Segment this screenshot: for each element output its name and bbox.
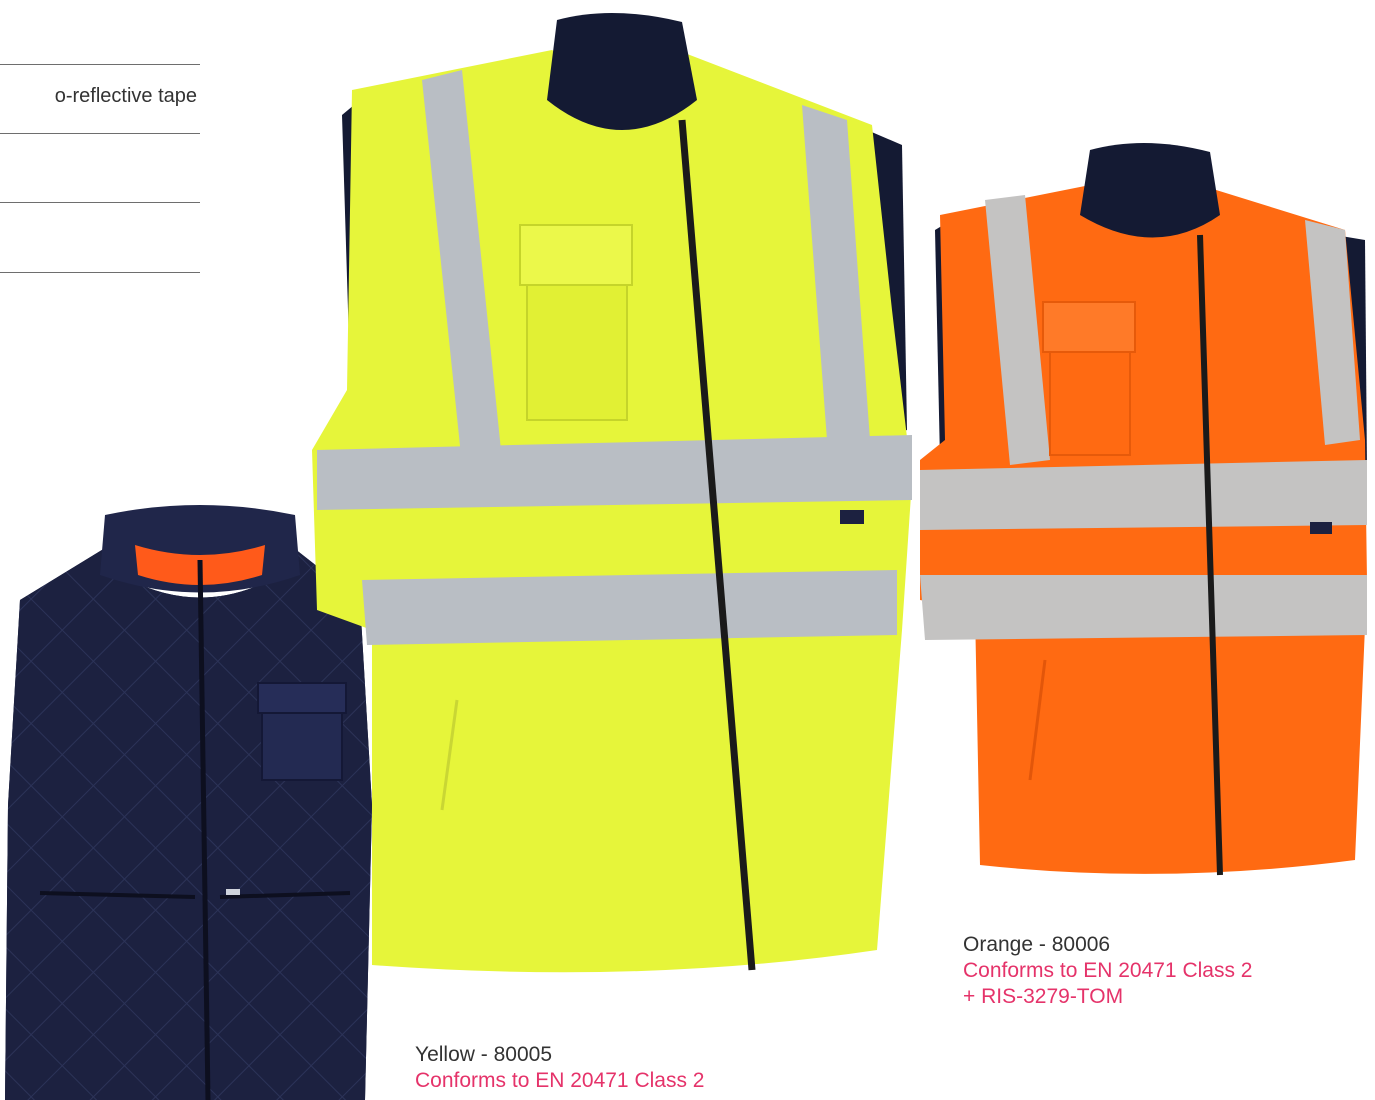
product-label: Orange - 80006 bbox=[963, 933, 1111, 956]
feature-row bbox=[0, 133, 200, 202]
orange-vest-caption: Orange - 80006 Conforms to EN 20471 Clas… bbox=[963, 932, 1252, 1010]
feature-row: o-reflective tape bbox=[0, 64, 200, 133]
feature-row bbox=[0, 202, 200, 273]
product-label: Yellow - 80005 bbox=[415, 1043, 552, 1066]
orange-hi-vis-vest-image bbox=[920, 142, 1367, 876]
product-spec: Conforms to EN 20471 Class 2 bbox=[963, 959, 1253, 982]
feature-text: o-reflective tape bbox=[54, 85, 197, 107]
product-page: o-reflective tape Yellow - 80005 Conform… bbox=[0, 0, 1375, 1100]
feature-list: o-reflective tape bbox=[0, 64, 200, 273]
yellow-hi-vis-vest-image bbox=[312, 12, 912, 973]
yellow-vest-caption: Yellow - 80005 Conforms to EN 20471 Clas… bbox=[415, 1042, 704, 1094]
product-spec: + RIS-3279-TOM bbox=[963, 985, 1124, 1008]
product-spec: Conforms to EN 20471 Class 2 bbox=[415, 1069, 705, 1092]
